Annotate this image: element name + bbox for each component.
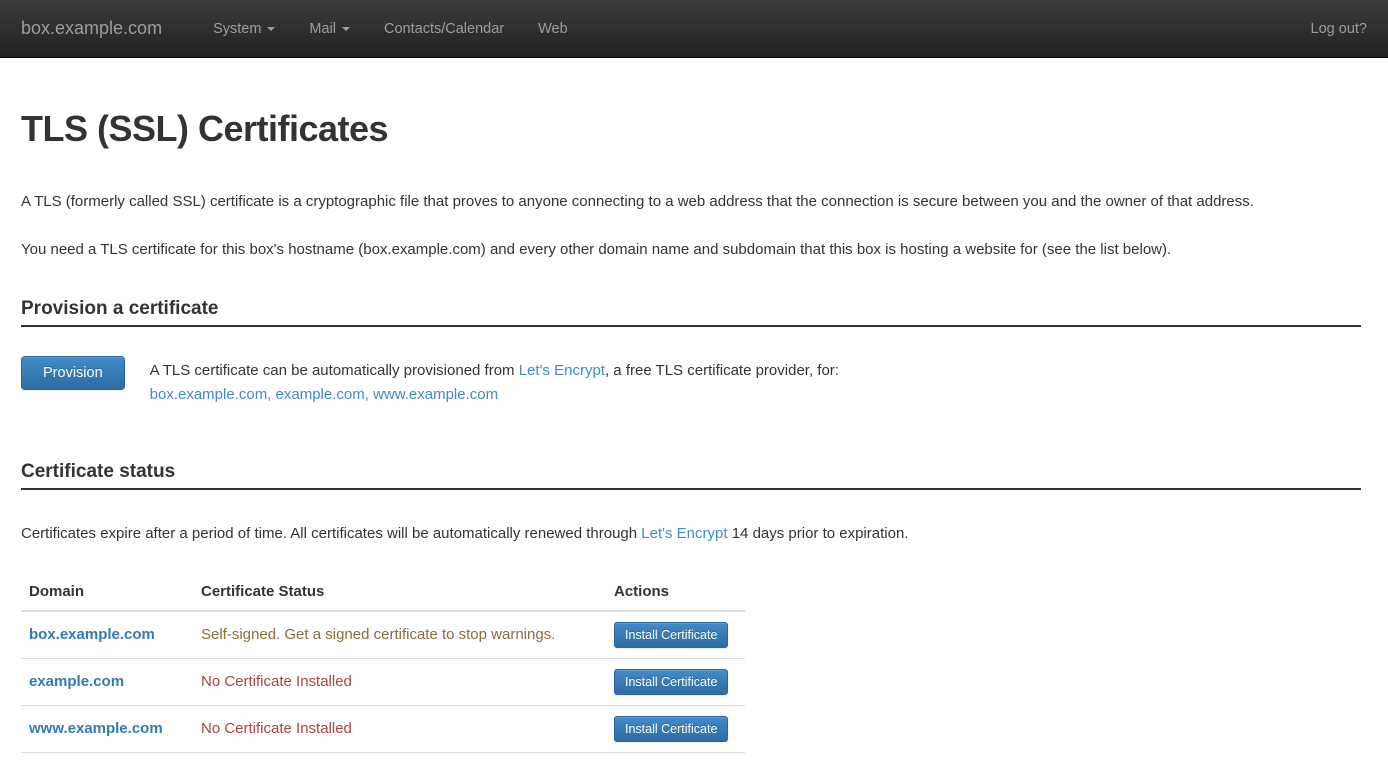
provision-text-after: , a free TLS certificate provider, for: [605, 362, 839, 379]
top-navbar: box.example.com System Mail Contacts/Cal… [0, 0, 1388, 58]
table-row: www.example.com No Certificate Installed… [21, 706, 745, 753]
certificate-table-head: Domain Certificate Status Actions [21, 575, 745, 611]
logout-link[interactable]: Log out? [1311, 21, 1367, 37]
status-text-before: Certificates expire after a period of ti… [21, 525, 641, 542]
navbar-item-label: Contacts/Calendar [384, 21, 504, 37]
nav-item-contacts-calendar[interactable]: Contacts/Calendar [367, 0, 521, 57]
chevron-down-icon [267, 27, 275, 31]
intro-paragraph-2: You need a TLS certificate for this box'… [21, 238, 1361, 262]
status-section-heading: Certificate status [21, 461, 1361, 490]
provision-domain-list: box.example.com, example.com, www.exampl… [150, 383, 839, 407]
navbar-item-label: Mail [309, 21, 336, 37]
navbar-item-label: System [213, 21, 261, 37]
domain-link[interactable]: example.com [29, 673, 124, 690]
col-header-domain: Domain [21, 575, 193, 611]
certificate-status-text: Self-signed. Get a signed certificate to… [201, 626, 555, 643]
chevron-down-icon [342, 27, 350, 31]
col-header-actions: Actions [606, 575, 745, 611]
domain-link[interactable]: www.example.com [29, 720, 163, 737]
navbar-brand[interactable]: box.example.com [21, 18, 162, 39]
install-certificate-button[interactable]: Install Certificate [614, 622, 728, 648]
certificate-status-text: No Certificate Installed [201, 673, 352, 690]
provision-button[interactable]: Provision [21, 356, 125, 390]
certificate-table: Domain Certificate Status Actions box.ex… [21, 575, 745, 753]
navbar-right: Log out? [1311, 20, 1367, 37]
provision-row: Provision A TLS certificate can be autom… [21, 356, 1361, 407]
provision-description: A TLS certificate can be automatically p… [150, 356, 839, 407]
lets-encrypt-link-2[interactable]: Let's Encrypt [641, 525, 727, 542]
col-header-certificate-status: Certificate Status [193, 575, 606, 611]
provision-text-before: A TLS certificate can be automatically p… [150, 362, 519, 379]
provision-section-heading: Provision a certificate [21, 298, 1361, 327]
nav-item-mail[interactable]: Mail [292, 0, 367, 57]
install-certificate-button[interactable]: Install Certificate [614, 716, 728, 742]
certificate-status-text: No Certificate Installed [201, 720, 352, 737]
install-certificate-button[interactable]: Install Certificate [614, 669, 728, 695]
status-note: Certificates expire after a period of ti… [21, 522, 1361, 546]
nav-item-system[interactable]: System [196, 0, 292, 57]
main-content: TLS (SSL) Certificates A TLS (formerly c… [0, 108, 1388, 753]
nav-item-web[interactable]: Web [521, 0, 585, 57]
certificate-table-body: box.example.com Self-signed. Get a signe… [21, 611, 745, 753]
status-text-after: 14 days prior to expiration. [728, 525, 909, 542]
domain-link[interactable]: box.example.com [29, 626, 155, 643]
table-row: example.com No Certificate Installed Ins… [21, 659, 745, 706]
page-title: TLS (SSL) Certificates [21, 108, 1361, 150]
intro-paragraph-1: A TLS (formerly called SSL) certificate … [21, 190, 1361, 214]
lets-encrypt-link[interactable]: Let's Encrypt [519, 362, 605, 379]
navbar-item-label: Web [538, 21, 568, 37]
navbar-menu: System Mail Contacts/Calendar Web [196, 0, 585, 57]
table-row: box.example.com Self-signed. Get a signe… [21, 611, 745, 659]
